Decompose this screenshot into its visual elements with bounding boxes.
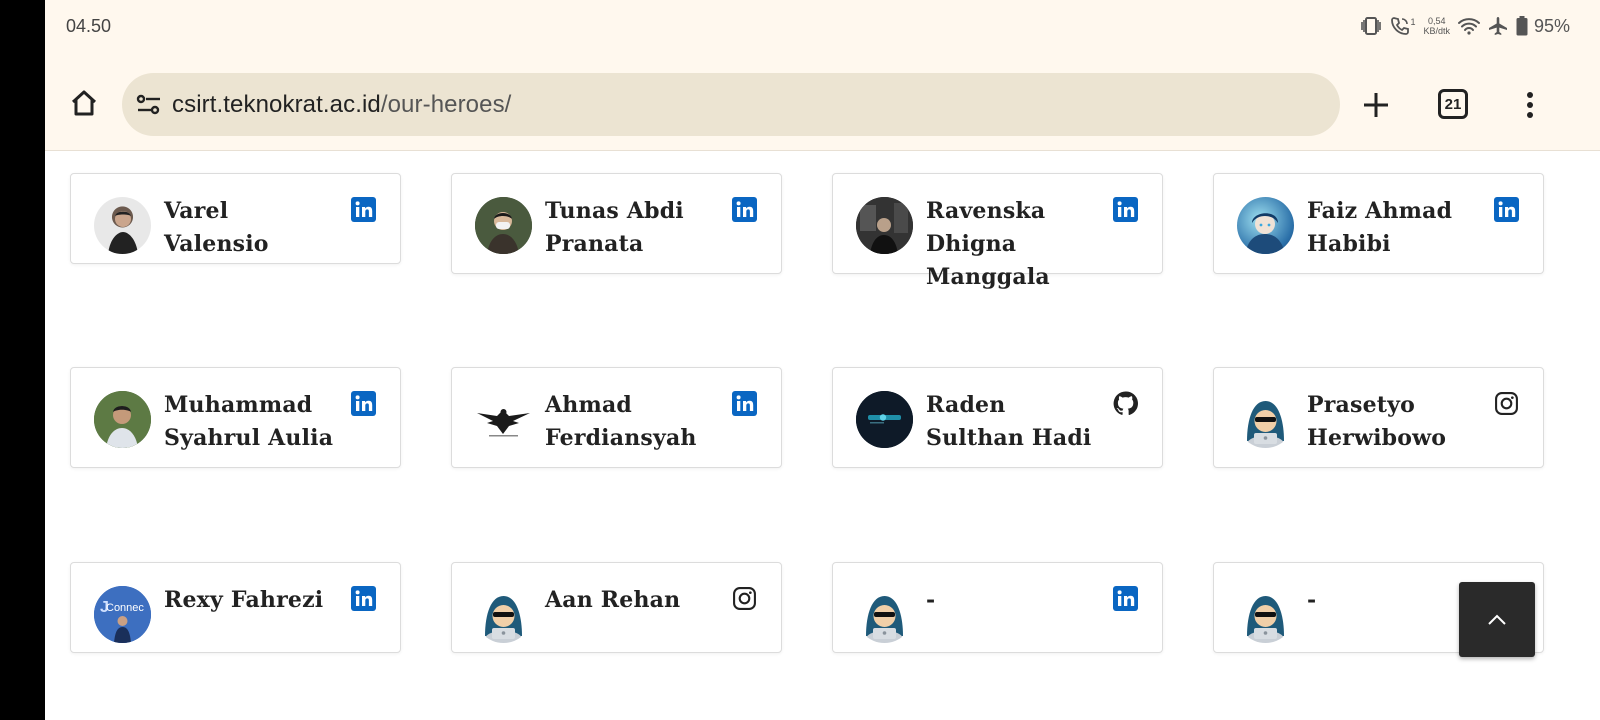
network-speed: 0,54 KB/dtk [1423, 16, 1450, 36]
hacker-avatar-icon [482, 596, 525, 643]
site-settings-icon[interactable] [134, 90, 164, 120]
svg-text:Connec: Connec [106, 602, 144, 614]
scroll-to-top-button[interactable] [1459, 582, 1535, 657]
url-text[interactable]: csirt.teknokrat.ac.id/our-heroes/ [172, 91, 511, 119]
hero-name: Prasetyo Herwibowo [1307, 392, 1447, 451]
avatar [94, 197, 151, 254]
hero-card: Tunas Abdi Pranata [451, 173, 782, 274]
avatar [856, 586, 913, 643]
eagle-logo-icon [477, 409, 530, 437]
battery-level: 95% [1533, 15, 1570, 36]
wifi-call-icon [1391, 17, 1410, 35]
hero-name: Varel Valensio [164, 198, 269, 257]
hacker-avatar-icon [863, 596, 906, 643]
hero-card: Faiz Ahmad Habibi [1213, 173, 1544, 274]
hero-name: Faiz Ahmad Habibi [1307, 198, 1453, 257]
vibrate-icon [1361, 17, 1382, 35]
home-button[interactable] [65, 84, 103, 122]
browser-menu-button[interactable] [1515, 86, 1545, 124]
new-tab-button[interactable] [1357, 86, 1395, 124]
avatar [1237, 391, 1294, 448]
linkedin-icon[interactable] [732, 197, 757, 222]
chevron-up-icon [1488, 614, 1506, 625]
hero-name: Aan Rehan [545, 587, 681, 613]
linkedin-icon[interactable] [351, 197, 376, 222]
plus-icon [1364, 93, 1388, 117]
wifi-icon [1457, 18, 1480, 35]
hero-name: - [1307, 587, 1317, 613]
linkedin-icon[interactable] [732, 391, 757, 416]
linkedin-icon[interactable] [1113, 586, 1138, 611]
hero-card: Raden Sulthan Hadi [832, 367, 1163, 468]
hero-name: Raden Sulthan Hadi [926, 392, 1092, 451]
hero-card: Muhammad Syahrul Aulia [70, 367, 401, 468]
hacker-avatar-icon [1244, 596, 1287, 643]
more-vert-icon [1527, 92, 1533, 118]
status-icons: 1 0,54 KB/dtk 95% [1360, 12, 1570, 40]
hero-card: Ravenska Dhigna Manggala [832, 173, 1163, 290]
home-icon [71, 90, 97, 116]
hero-name: Tunas Abdi Pranata [545, 198, 684, 257]
avatar [475, 391, 532, 448]
avatar [856, 197, 913, 254]
hero-name: Rexy Fahrezi [164, 587, 324, 613]
battery-icon [1516, 16, 1528, 36]
hero-name: - [926, 587, 936, 613]
address-bar[interactable]: csirt.teknokrat.ac.id/our-heroes/ [122, 73, 1340, 136]
screen: 04.50 1 0,54 KB/dtk 95% csirt.teknokrat.… [45, 0, 1600, 720]
hero-card: J Connec Rexy Fahrezi [70, 562, 401, 653]
hero-name: Muhammad Syahrul Aulia [164, 392, 334, 451]
linkedin-icon[interactable] [351, 391, 376, 416]
avatar [1237, 197, 1294, 254]
avatar [475, 586, 532, 643]
tab-switcher-button[interactable]: 21 [1438, 89, 1468, 119]
avatar: J Connec [94, 586, 151, 643]
hero-card: Ahmad Ferdiansyah [451, 367, 782, 468]
instagram-icon[interactable] [1494, 391, 1519, 416]
avatar [475, 197, 532, 254]
github-icon[interactable] [1113, 391, 1138, 416]
linkedin-icon[interactable] [351, 586, 376, 611]
call-count: 1 [1410, 17, 1416, 27]
instagram-icon[interactable] [732, 586, 757, 611]
hero-card: Prasetyo Herwibowo [1213, 367, 1544, 468]
hero-name: Ahmad Ferdiansyah [545, 392, 697, 451]
airplane-icon [1488, 17, 1507, 35]
browser-chrome: 04.50 1 0,54 KB/dtk 95% csirt.teknokrat.… [45, 0, 1600, 151]
hacker-avatar-icon [1244, 401, 1287, 448]
linkedin-icon[interactable] [1113, 197, 1138, 222]
avatar [1237, 586, 1294, 643]
hero-card: Aan Rehan [451, 562, 782, 653]
avatar [856, 391, 913, 448]
hero-card: Varel Valensio [70, 173, 401, 264]
status-time: 04.50 [66, 16, 112, 36]
hero-card: - [832, 562, 1163, 653]
avatar [94, 391, 151, 448]
linkedin-icon[interactable] [1494, 197, 1519, 222]
hero-name: Ravenska Dhigna Manggala [926, 198, 1050, 290]
